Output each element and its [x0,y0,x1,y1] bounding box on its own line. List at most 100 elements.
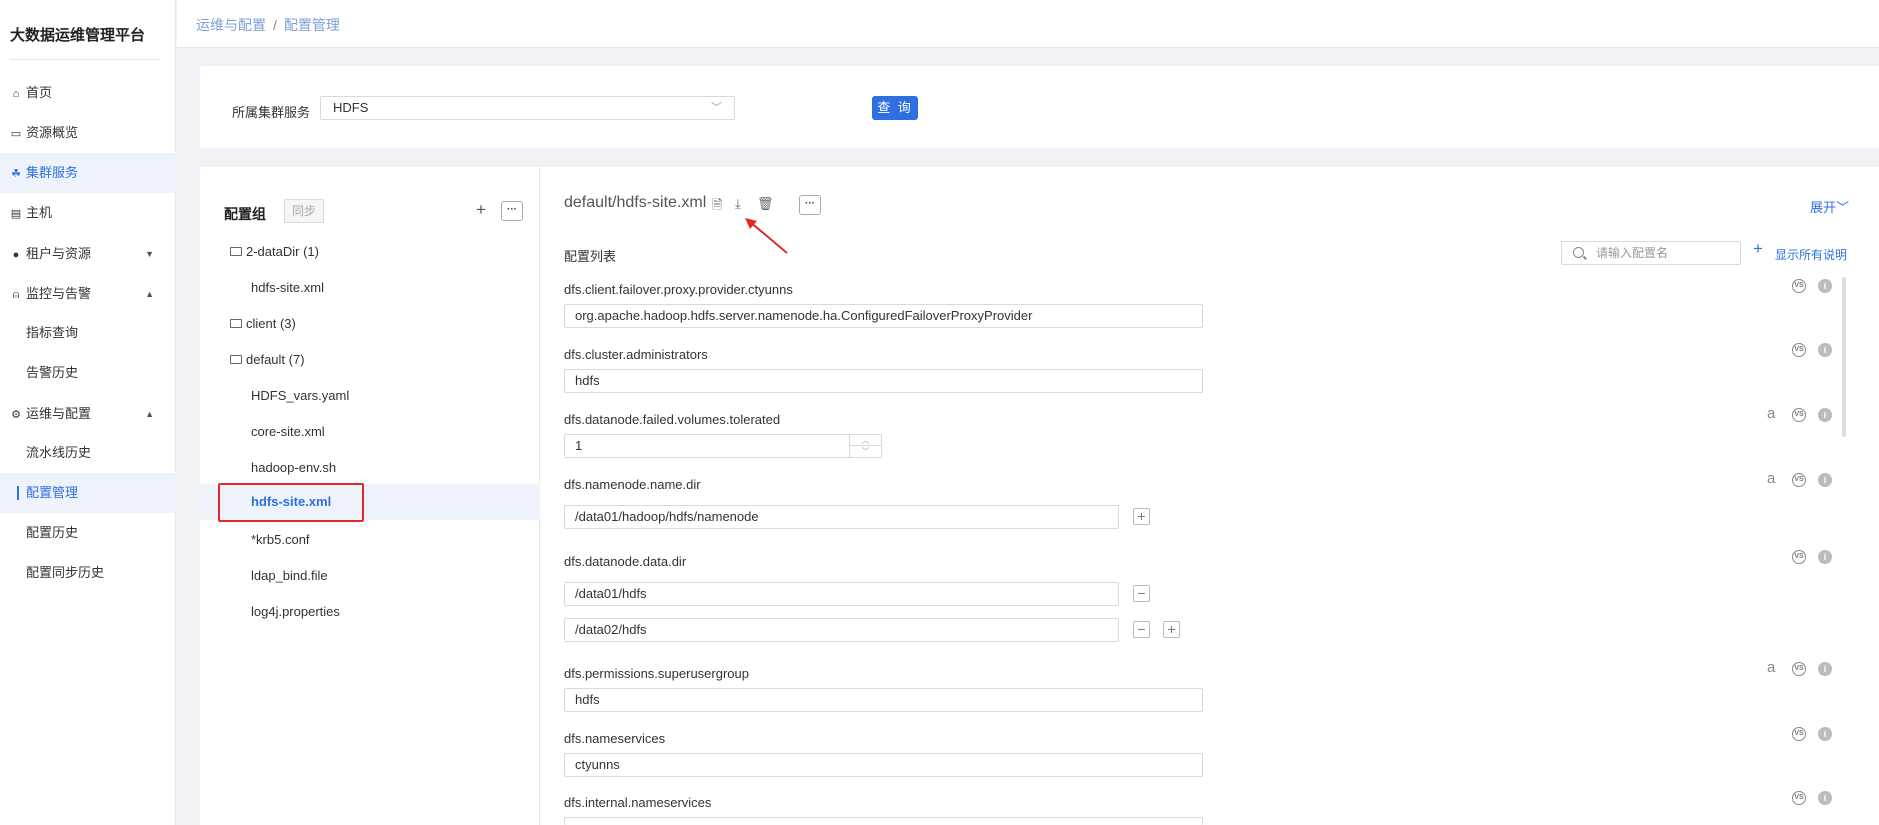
param-input[interactable] [564,817,1203,825]
main-panel: 配置组 同步 + ··· 2-dataDir (1) hdfs-site.xml… [200,167,1879,825]
tree-file[interactable]: log4j.properties [200,594,540,630]
more-options-button[interactable]: ··· [799,195,821,215]
nav-item-config-history[interactable]: 配置历史 [0,513,176,553]
info-icon[interactable]: i [1818,279,1832,293]
vs-icon[interactable]: VS [1792,550,1806,564]
search-placeholder: 请输入配置名 [1596,246,1669,260]
tree-label: 2-dataDir (1) [246,244,319,259]
info-icon[interactable]: i [1818,727,1832,741]
folder-icon [230,355,242,364]
a-icon[interactable]: a [1767,405,1775,422]
tree-file[interactable]: *krb5.conf [200,522,540,558]
tree-file[interactable]: hadoop-env.sh [200,450,540,486]
vs-icon[interactable]: VS [1792,279,1806,293]
config-group-title: 配置组 [224,206,266,222]
sync-button[interactable]: 同步 [284,199,324,223]
add-value-button[interactable]: + [1133,508,1150,525]
config-list-title: 配置列表 [564,249,617,264]
sidebar: 大数据运维管理平台 ⌂ 首页 ▭ 资源概览 ☘ 集群服务 ▤ 主机 ● 租户与资源 ▼ ⍝ 监… [0,0,176,825]
nav-label: 运维与配置 [26,406,92,421]
add-group-icon[interactable]: + [476,200,486,220]
tree-file[interactable]: HDFS_vars.yaml [200,378,540,414]
tree-folder[interactable]: default (7) [200,342,540,378]
param-input[interactable]: hdfs [564,688,1203,712]
breadcrumb: 运维与配置 / 配置管理 [196,15,340,35]
vs-icon[interactable]: VS [1792,343,1806,357]
nav-item-pipeline-history[interactable]: 流水线历史 [0,433,176,473]
monitor-icon: ▭ [10,128,22,140]
document-icon[interactable]: 🗎 [712,196,722,218]
vs-icon[interactable]: VS [1792,408,1806,422]
chevron-down-icon[interactable]: ﹀ [850,446,881,457]
add-value-button[interactable]: + [1163,621,1180,638]
info-icon[interactable]: i [1818,408,1832,422]
nav-item-home[interactable]: ⌂ 首页 [0,73,176,113]
download-icon[interactable]: ⤓ [735,196,741,212]
nav-item-ops-config[interactable]: ⚙ 运维与配置 ▲ [0,394,176,434]
nav-item-tenants[interactable]: ● 租户与资源 ▼ [0,234,176,274]
chevron-down-icon: ﹀ [711,102,722,114]
expand-link[interactable]: 展开﹀ [1810,197,1849,216]
nav-item-metrics[interactable]: 指标查询 [0,313,176,353]
cluster-service-select[interactable]: HDFS ﹀ [320,96,735,120]
nav-item-hosts[interactable]: ▤ 主机 [0,193,176,233]
vs-icon[interactable]: VS [1792,791,1806,805]
param-input[interactable]: /data01/hdfs [564,582,1119,606]
param-number-input[interactable]: 1 [564,434,882,458]
folder-icon [230,319,242,328]
vs-icon[interactable]: VS [1792,727,1806,741]
info-icon[interactable]: i [1818,473,1832,487]
param-input[interactable]: /data01/hadoop/hdfs/namenode [564,505,1119,529]
trash-icon[interactable]: 🗑 [757,196,774,212]
cluster-service-label: 所属集群服务 [232,105,311,120]
show-all-descriptions-link[interactable]: 显示所有说明 [1775,246,1847,263]
expand-label: 展开 [1809,200,1836,215]
remove-value-button[interactable]: − [1133,585,1150,602]
tree-file[interactable]: ldap_bind.file [200,558,540,594]
tree-file[interactable]: hdfs-site.xml [200,270,540,306]
folder-icon [230,247,242,256]
nav-item-cluster-services[interactable]: ☘ 集群服务 [0,153,176,193]
config-detail-panel: default/hdfs-site.xml 🗎 ⤓ 🗑 ··· 展开﹀ 配置列表… [541,167,1879,825]
param-input[interactable]: /data02/hdfs [564,618,1119,642]
nav-label: 配置管理 [26,485,79,500]
add-config-icon[interactable]: + [1753,239,1763,259]
breadcrumb-parent[interactable]: 运维与配置 [196,17,266,33]
tree-file[interactable]: core-site.xml [200,414,540,450]
vs-icon[interactable]: VS [1792,473,1806,487]
tree-folder[interactable]: client (3) [200,306,540,342]
filter-panel: 所属集群服务 HDFS ﹀ 查 询 [200,66,1879,148]
param-name: dfs.datanode.data.dir [564,554,687,569]
config-file-title: default/hdfs-site.xml [564,194,707,211]
nav-item-alert-history[interactable]: 告警历史 [0,353,176,393]
param-input[interactable]: hdfs [564,369,1203,393]
more-options-button[interactable]: ··· [501,201,523,221]
chevron-up-icon[interactable]: ︿ [850,435,881,446]
nav-item-resources[interactable]: ▭ 资源概览 [0,113,176,153]
nav-item-monitoring[interactable]: ⍝ 监控与告警 ▲ [0,274,176,314]
tree-folder[interactable]: 2-dataDir (1) [200,234,540,270]
info-icon[interactable]: i [1818,343,1832,357]
chevron-up-icon: ▲ [145,289,154,299]
info-icon[interactable]: i [1818,791,1832,805]
user-icon: ● [12,249,20,261]
nav-item-config-management[interactable]: 配置管理 [0,473,176,513]
a-icon[interactable]: a [1767,659,1775,676]
config-search-input[interactable]: 请输入配置名 [1561,241,1741,265]
info-icon[interactable]: i [1818,550,1832,564]
param-input[interactable]: ctyunns [564,753,1203,777]
number-stepper[interactable]: ︿ ﹀ [849,435,881,457]
vs-icon[interactable]: VS [1792,662,1806,676]
query-button[interactable]: 查 询 [872,96,918,120]
tree-label: client (3) [246,316,296,331]
scrollbar[interactable] [1842,277,1846,437]
nav-label: 监控与告警 [26,286,92,301]
a-icon[interactable]: a [1767,470,1775,487]
search-icon [1573,247,1584,258]
param-name: dfs.client.failover.proxy.provider.ctyun… [564,282,793,297]
param-input[interactable]: org.apache.hadoop.hdfs.server.namenode.h… [564,304,1203,328]
remove-value-button[interactable]: − [1133,621,1150,638]
nav-label: 租户与资源 [26,246,92,261]
info-icon[interactable]: i [1818,662,1832,676]
nav-item-config-sync-history[interactable]: 配置同步历史 [0,553,176,593]
